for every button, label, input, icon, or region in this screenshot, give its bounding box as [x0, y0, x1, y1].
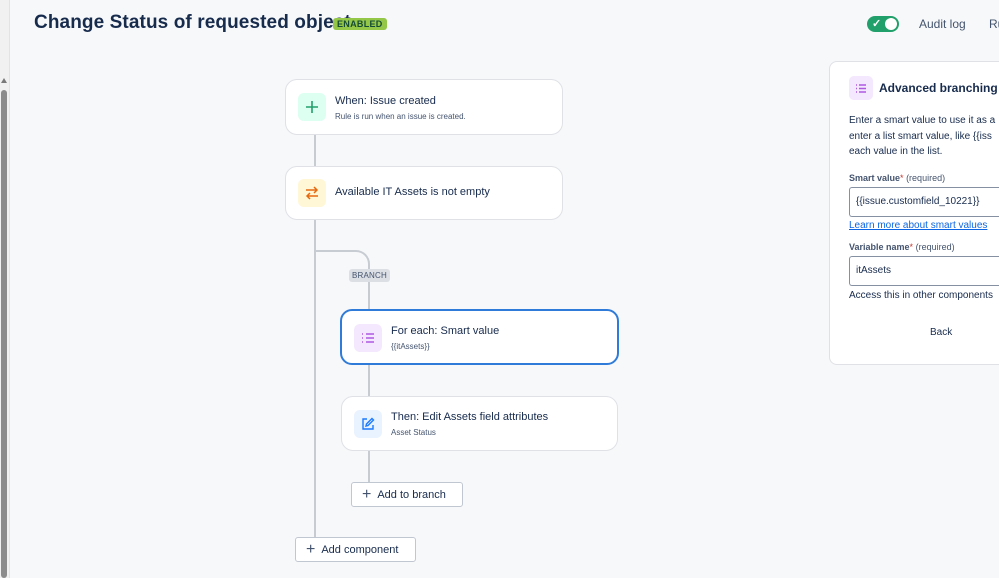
back-button[interactable]: Back — [930, 327, 952, 338]
edit-icon — [354, 410, 382, 438]
add-component-button[interactable]: + Add component — [295, 537, 416, 562]
toggle-knob — [885, 18, 897, 30]
scroll-up-arrow-icon[interactable] — [1, 78, 7, 83]
trigger-card[interactable]: When: Issue created Rule is run when an … — [285, 79, 563, 135]
branch-subtitle: {{itAssets}} — [391, 342, 430, 351]
add-component-label: Add component — [321, 543, 399, 556]
status-badge: ENABLED — [333, 18, 387, 30]
learn-more-link[interactable]: Learn more about smart values — [849, 220, 987, 231]
rules-link[interactable]: Ru — [989, 17, 999, 31]
advanced-branching-panel: Advanced branching Enter a smart value t… — [829, 61, 999, 365]
variable-name-input[interactable]: itAssets — [849, 256, 999, 286]
connector-line — [368, 282, 370, 310]
trigger-title: When: Issue created — [335, 95, 436, 107]
plus-icon: + — [362, 485, 372, 503]
branch-title: For each: Smart value — [391, 325, 500, 337]
panel-title: Advanced branching — [879, 81, 998, 95]
plus-icon — [298, 93, 326, 121]
branch-tag: BRANCH — [349, 269, 390, 282]
connector-line — [368, 364, 370, 397]
action-title: Then: Edit Assets field attributes — [391, 411, 549, 423]
action-card[interactable]: Then: Edit Assets field attributes Asset… — [341, 396, 618, 451]
variable-help-text: Access this in other components — [849, 290, 993, 301]
smart-value-input[interactable]: {{issue.customfield_10221}} — [849, 187, 999, 217]
action-subtitle: Asset Status — [391, 428, 436, 437]
connector-line — [368, 450, 370, 483]
variable-name-label: Variable name* (required) — [849, 242, 955, 252]
rule-enabled-toggle[interactable]: ✓ — [867, 16, 899, 32]
panel-description: Enter a smart value to use it as a enter… — [849, 115, 996, 157]
add-to-branch-button[interactable]: + Add to branch — [351, 482, 463, 507]
page-title: Change Status of requested object — [34, 12, 351, 33]
swap-arrows-icon — [298, 179, 326, 207]
list-icon — [354, 324, 382, 352]
smart-value-label: Smart value* (required) — [849, 173, 946, 183]
scrollbar-thumb[interactable] — [1, 90, 7, 578]
condition-card[interactable]: Available IT Assets is not empty — [285, 166, 563, 220]
vertical-scrollbar[interactable] — [0, 0, 10, 578]
add-to-branch-label: Add to branch — [377, 488, 446, 501]
trigger-subtitle: Rule is run when an issue is created. — [335, 112, 466, 121]
check-icon: ✓ — [872, 18, 882, 30]
condition-title: Available IT Assets is not empty — [335, 186, 490, 198]
connector-line — [314, 134, 316, 167]
list-icon — [849, 76, 873, 100]
plus-icon: + — [306, 540, 316, 558]
branch-for-each-card[interactable]: For each: Smart value {{itAssets}} — [340, 309, 619, 365]
audit-log-link[interactable]: Audit log — [919, 17, 966, 31]
